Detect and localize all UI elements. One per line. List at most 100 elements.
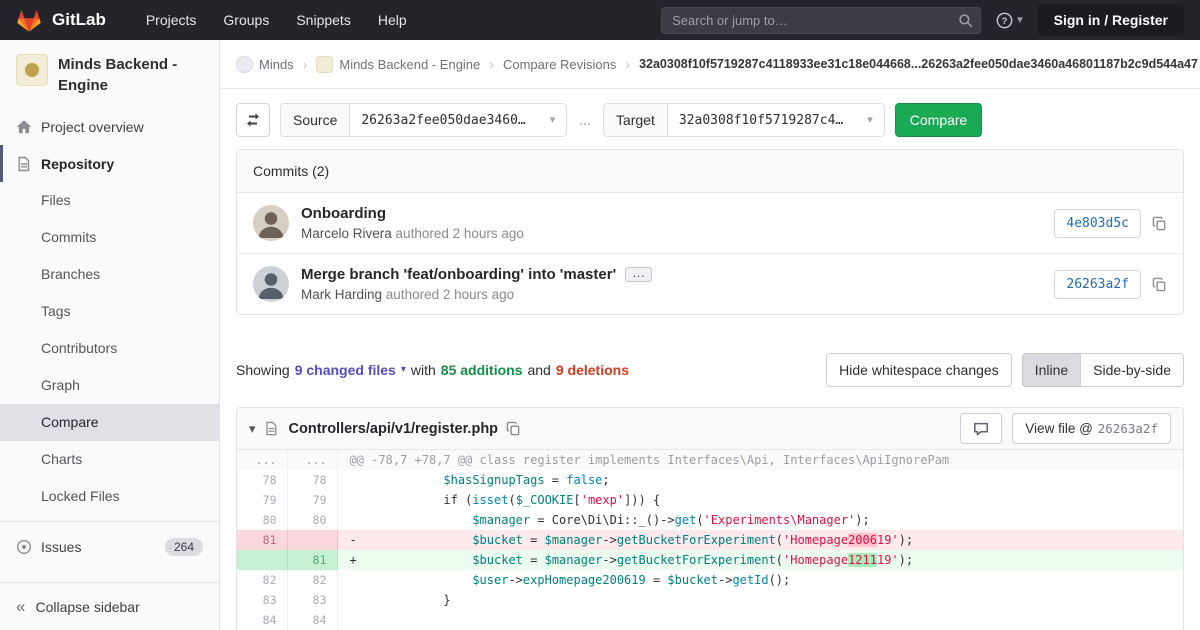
chevron-down-icon: ▾ <box>401 365 406 375</box>
sidebar-divider <box>0 521 219 522</box>
sidebar-subitem-compare[interactable]: Compare <box>0 404 219 441</box>
issues-icon <box>16 539 32 555</box>
with-label: with <box>411 362 436 378</box>
sidebar-subitem-commits[interactable]: Commits <box>0 219 219 256</box>
diff-old-line-number[interactable]: 82 <box>237 570 287 590</box>
gitlab-brand[interactable]: GitLab <box>52 10 106 30</box>
diff-file-name[interactable]: Controllers/api/v1/register.php <box>289 421 499 437</box>
diff-new-line-number[interactable]: 78 <box>287 470 337 490</box>
diff-old-line-number[interactable]: 83 <box>237 590 287 610</box>
sidebar-subitem-files[interactable]: Files <box>0 182 219 219</box>
help-dropdown[interactable]: ? ▾ <box>996 12 1023 29</box>
sidebar-subitem-tags[interactable]: Tags <box>0 293 219 330</box>
source-revision-dropdown[interactable]: 26263a2fee050dae3460… ▾ <box>349 103 567 137</box>
diff-new-line-number[interactable]: ... <box>287 450 337 470</box>
breadcrumb-compare-revisions-link[interactable]: Compare Revisions <box>503 57 616 72</box>
sidebar-item-label: Project overview <box>41 119 144 135</box>
diff-code-line: if (isset($_COOKIE['mexp'])) { <box>337 490 1183 510</box>
side-by-side-view-button[interactable]: Side-by-side <box>1080 353 1184 387</box>
home-icon <box>16 119 32 135</box>
commit-description-toggle[interactable]: … <box>625 267 652 282</box>
diff-new-line-number[interactable]: 84 <box>287 610 337 630</box>
toggle-comments-button[interactable] <box>960 413 1002 444</box>
inline-view-button[interactable]: Inline <box>1022 353 1081 387</box>
sidebar-subitem-contributors[interactable]: Contributors <box>0 330 219 367</box>
showing-label: Showing <box>236 362 290 378</box>
copy-commit-sha-icon[interactable] <box>1152 216 1167 231</box>
page-shell: Minds Backend - Engine Project overview … <box>0 40 1200 630</box>
chevron-down-icon: ▾ <box>867 115 873 126</box>
diff-file-panel: ▾ Controllers/api/v1/register.php View f… <box>236 407 1184 630</box>
nav-link-groups[interactable]: Groups <box>223 12 269 28</box>
sidebar-subitem-charts[interactable]: Charts <box>0 441 219 478</box>
diff-new-line-number[interactable]: 79 <box>287 490 337 510</box>
sidebar-nav: Project overview Repository FilesCommits… <box>0 108 219 582</box>
sidebar-item-project-overview[interactable]: Project overview <box>0 108 219 145</box>
collapse-sidebar-button[interactable]: « Collapse sidebar <box>0 582 219 630</box>
diff-old-line-number[interactable]: 79 <box>237 490 287 510</box>
hide-whitespace-button[interactable]: Hide whitespace changes <box>826 353 1012 387</box>
repository-submenu: FilesCommitsBranchesTagsContributorsGrap… <box>0 182 219 515</box>
compare-button[interactable]: Compare <box>895 103 983 137</box>
nav-link-projects[interactable]: Projects <box>146 12 197 28</box>
help-icon: ? <box>996 12 1013 29</box>
commit-author-link[interactable]: Mark Harding <box>301 287 382 302</box>
breadcrumb-compare-shas: 32a0308f10f5719287c4118933ee31c18e044668… <box>639 57 1198 71</box>
nav-link-snippets[interactable]: Snippets <box>296 12 350 28</box>
diff-row: 81 - $bucket = $manager->getBucketForExpe… <box>237 530 1183 550</box>
diff-new-line-number[interactable]: 83 <box>287 590 337 610</box>
diff-new-line-number[interactable]: 82 <box>287 570 337 590</box>
nav-link-help[interactable]: Help <box>378 12 407 28</box>
sidebar-subitem-branches[interactable]: Branches <box>0 256 219 293</box>
diff-old-line-number[interactable]: 81 <box>237 530 287 550</box>
commit-row: Onboarding Marcelo Rivera authored 2 hour… <box>237 193 1183 253</box>
diff-file-actions: View file @ 26263a2f <box>960 413 1171 444</box>
diff-new-line-number[interactable] <box>287 530 337 550</box>
gitlab-logo-link[interactable] <box>16 8 42 33</box>
sign-in-register-button[interactable]: Sign in / Register <box>1038 4 1184 36</box>
diff-row: 81+ $bucket = $manager->getBucketForExpe… <box>237 550 1183 570</box>
additions-count: 85 additions <box>441 362 523 378</box>
target-input-group: Target 32a0308f10f5719287c4… ▾ <box>603 103 885 137</box>
diff-code-line: - $bucket = $manager->getBucketForExperi… <box>337 530 1183 550</box>
commit-title-link[interactable]: Merge branch 'feat/onboarding' into 'mas… <box>301 266 616 283</box>
commit-list: Onboarding Marcelo Rivera authored 2 hour… <box>237 193 1183 314</box>
commit-title-link[interactable]: Onboarding <box>301 205 386 222</box>
diff-old-line-number[interactable]: ... <box>237 450 287 470</box>
diff-code-line: $hasSignupTags = false; <box>337 470 1183 490</box>
source-revision-value: 26263a2fee050dae3460… <box>361 113 525 128</box>
search-input[interactable] <box>661 7 981 34</box>
sidebar-subitem-graph[interactable]: Graph <box>0 367 219 404</box>
sidebar-project-header[interactable]: Minds Backend - Engine <box>0 40 219 108</box>
view-file-sha: 26263a2f <box>1098 421 1158 436</box>
sidebar-subitem-locked-files[interactable]: Locked Files <box>0 478 219 515</box>
project-avatar-image <box>25 63 39 77</box>
changed-files-dropdown[interactable]: 9 changed files ▾ <box>295 362 406 378</box>
view-file-button[interactable]: View file @ 26263a2f <box>1012 413 1171 444</box>
diff-old-line-number[interactable]: 78 <box>237 470 287 490</box>
breadcrumb-group-link[interactable]: Minds <box>259 57 294 72</box>
gitlab-tanuki-icon <box>16 8 42 33</box>
diff-old-line-number[interactable] <box>237 550 287 570</box>
diff-old-line-number[interactable]: 84 <box>237 610 287 630</box>
sidebar-item-issues[interactable]: Issues 264 <box>0 528 219 565</box>
target-revision-dropdown[interactable]: 32a0308f10f5719287c4… ▾ <box>667 103 885 137</box>
commit-authored-time: authored 2 hours ago <box>396 226 524 241</box>
diff-new-line-number[interactable]: 81 <box>287 550 337 570</box>
commit-sha-button[interactable]: 26263a2f <box>1054 270 1141 299</box>
diff-old-line-number[interactable]: 80 <box>237 510 287 530</box>
breadcrumb-separator-icon: › <box>303 56 308 72</box>
commit-author-link[interactable]: Marcelo Rivera <box>301 226 392 241</box>
diff-row: 7878 $hasSignupTags = false; <box>237 470 1183 490</box>
search-box <box>661 7 981 34</box>
copy-file-path-icon[interactable] <box>506 421 521 436</box>
commit-sha-button[interactable]: 4e803d5c <box>1054 209 1141 238</box>
diff-new-line-number[interactable]: 80 <box>287 510 337 530</box>
swap-revisions-button[interactable] <box>236 103 270 137</box>
source-input-group: Source 26263a2fee050dae3460… ▾ <box>280 103 567 137</box>
collapse-diff-caret-icon[interactable]: ▾ <box>249 421 256 437</box>
navbar-menu: Projects Groups Snippets Help <box>146 12 407 28</box>
sidebar-item-repository[interactable]: Repository <box>0 145 219 182</box>
breadcrumb-project-link[interactable]: Minds Backend - Engine <box>339 57 480 72</box>
copy-commit-sha-icon[interactable] <box>1152 277 1167 292</box>
